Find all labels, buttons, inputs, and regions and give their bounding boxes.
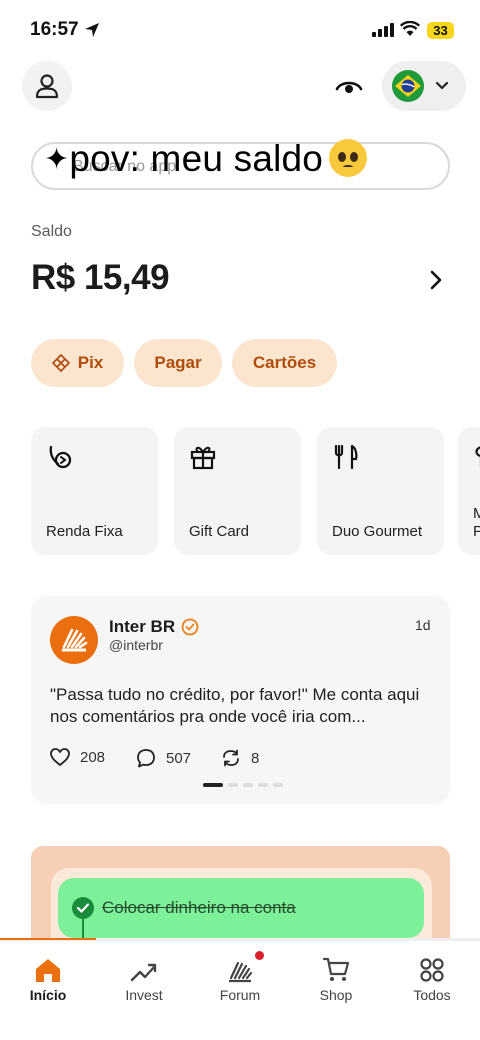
wifi-icon: [400, 21, 420, 36]
trend-up-icon: [130, 963, 157, 982]
nav-label: Shop: [319, 987, 353, 1003]
nav-todos[interactable]: Todos: [392, 953, 472, 1003]
nav-label: Forum: [219, 987, 261, 1003]
bottom-navigation: Início Invest Forum Shop Todos: [0, 940, 480, 1040]
repost-icon: [223, 749, 239, 767]
post-author-handle: @interbr: [109, 637, 163, 653]
shortcut-label: Duo Gourmet: [332, 523, 423, 540]
heart-icon: [50, 748, 70, 766]
shortcut-duo-gourmet[interactable]: Duo Gourmet: [317, 427, 444, 555]
likes-count: 208: [80, 748, 106, 766]
sparkle-icon: ✦: [44, 143, 70, 176]
repost-button[interactable]: 8: [221, 748, 259, 768]
pix-icon: [51, 354, 70, 372]
notification-badge: [255, 951, 264, 960]
post-author-name: Inter BR: [109, 617, 176, 636]
nav-inicio[interactable]: Início: [8, 953, 88, 1003]
carousel-pagination: [203, 783, 283, 787]
reposts-count: 8: [251, 749, 260, 767]
verified-badge-icon: [181, 618, 199, 636]
profile-button[interactable]: [22, 61, 72, 111]
user-icon: [35, 74, 59, 99]
battery-indicator: 33: [427, 22, 454, 39]
progress-connector: [82, 918, 84, 938]
fork-knife-icon: [334, 444, 358, 470]
inter-logo-avatar: [50, 616, 98, 664]
carousel-dot: [203, 783, 223, 787]
nav-label: Invest: [125, 987, 163, 1003]
carousel-dot: [228, 783, 238, 787]
brazil-flag-icon: [392, 70, 424, 102]
social-post-card[interactable]: Inter BR @interbr 1d "Passa tudo no créd…: [31, 596, 450, 804]
shortcut-label-line2: P: [473, 523, 480, 540]
balance-label: Saldo: [31, 223, 72, 240]
shortcut-partial[interactable]: M P: [458, 427, 480, 555]
renda-fixa-icon: [49, 445, 72, 469]
comment-bubble-icon: [137, 749, 155, 768]
comments-count: 507: [166, 749, 192, 767]
task-label: Colocar dinheiro na conta: [102, 898, 296, 917]
chevron-right-icon[interactable]: [426, 268, 446, 292]
nav-forum[interactable]: Forum: [200, 951, 280, 1003]
pagar-label: Pagar: [154, 353, 202, 372]
pix-label: Pix: [77, 353, 104, 372]
country-selector-button[interactable]: [382, 61, 466, 111]
nav-label: Todos: [413, 987, 451, 1003]
shortcut-label: Renda Fixa: [46, 523, 123, 540]
cart-icon: [322, 957, 350, 981]
toggle-balance-visibility-button[interactable]: [334, 73, 364, 99]
like-button[interactable]: 208: [50, 748, 105, 766]
carousel-dot: [243, 783, 253, 787]
chevron-down-icon: [435, 81, 449, 90]
shortcut-label: Gift Card: [189, 523, 250, 540]
shortcut-gift-card[interactable]: Gift Card: [174, 427, 301, 555]
pix-button[interactable]: Pix: [31, 339, 124, 387]
overlay-caption: ✦pov: meu saldo: [44, 138, 368, 180]
cartoes-button[interactable]: Cartões: [232, 339, 337, 387]
status-bar: 16:57 33: [0, 0, 480, 62]
location-arrow-icon: [85, 23, 99, 37]
nav-label: Início: [29, 987, 67, 1003]
shortcut-label-line1: M: [473, 505, 480, 522]
partial-icon: [475, 446, 480, 467]
eye-icon: [335, 81, 363, 93]
nav-invest[interactable]: Invest: [104, 953, 184, 1003]
post-text: "Passa tudo no crédito, por favor!" Me c…: [50, 685, 420, 726]
carousel-dot: [273, 783, 283, 787]
comment-button[interactable]: 507: [136, 748, 191, 768]
carousel-dot: [258, 783, 268, 787]
task-item[interactable]: Colocar dinheiro na conta: [58, 878, 424, 938]
cellular-signal-icon: [372, 23, 394, 37]
post-age: 1d: [415, 617, 431, 633]
grid-icon: [420, 958, 444, 982]
forum-icon: [229, 961, 253, 983]
home-icon: [36, 959, 60, 982]
overlay-caption-text: pov: meu saldo: [69, 138, 324, 179]
status-time: 16:57: [30, 19, 79, 40]
cartoes-label: Cartões: [252, 353, 317, 372]
gift-icon: [190, 446, 216, 470]
pagar-button[interactable]: Pagar: [134, 339, 222, 387]
balance-amount[interactable]: R$ 15,49: [31, 258, 170, 298]
nav-shop[interactable]: Shop: [296, 953, 376, 1003]
shortcut-renda-fixa[interactable]: Renda Fixa: [31, 427, 158, 555]
pleading-face-emoji-icon: [329, 139, 368, 177]
checkmark-icon: [72, 897, 94, 919]
